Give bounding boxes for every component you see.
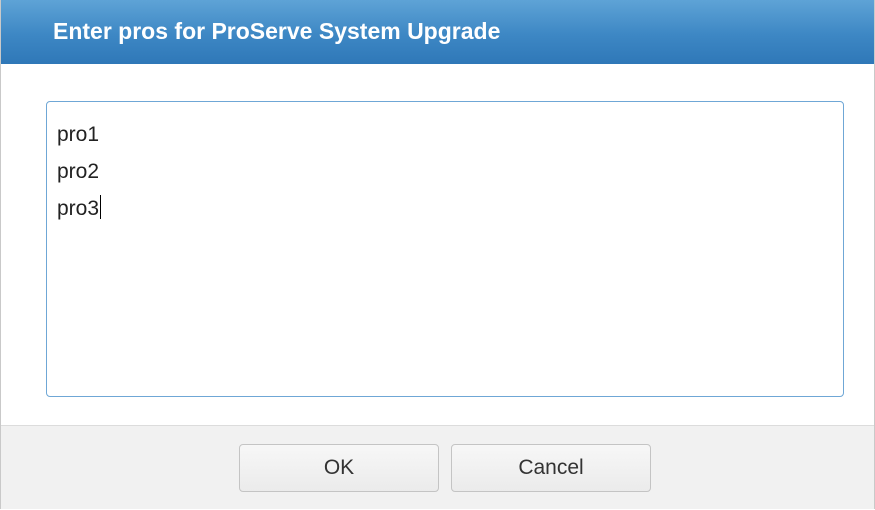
textarea-line: pro2: [57, 153, 843, 190]
upgrade-dialog: Enter pros for ProServe System Upgrade p…: [0, 0, 875, 509]
cancel-button[interactable]: Cancel: [451, 444, 651, 492]
cancel-button-label: Cancel: [518, 456, 584, 479]
dialog-body: pro1 pro2 pro3: [1, 64, 874, 425]
textarea-line: pro3: [57, 190, 843, 227]
ok-button[interactable]: OK: [239, 444, 439, 492]
textarea-line: pro1: [57, 123, 100, 146]
ok-button-label: OK: [323, 456, 355, 479]
dialog-title: Enter pros for ProServe System Upgrade: [53, 18, 501, 44]
dialog-footer: OK Cancel: [1, 425, 874, 509]
textarea-line-text: pro3: [57, 197, 100, 220]
pros-textarea[interactable]: pro1 pro2 pro3: [46, 101, 844, 397]
dialog-titlebar[interactable]: Enter pros for ProServe System Upgrade: [1, 0, 874, 64]
text-caret: [100, 195, 102, 219]
textarea-line-text: pro2: [57, 160, 100, 183]
